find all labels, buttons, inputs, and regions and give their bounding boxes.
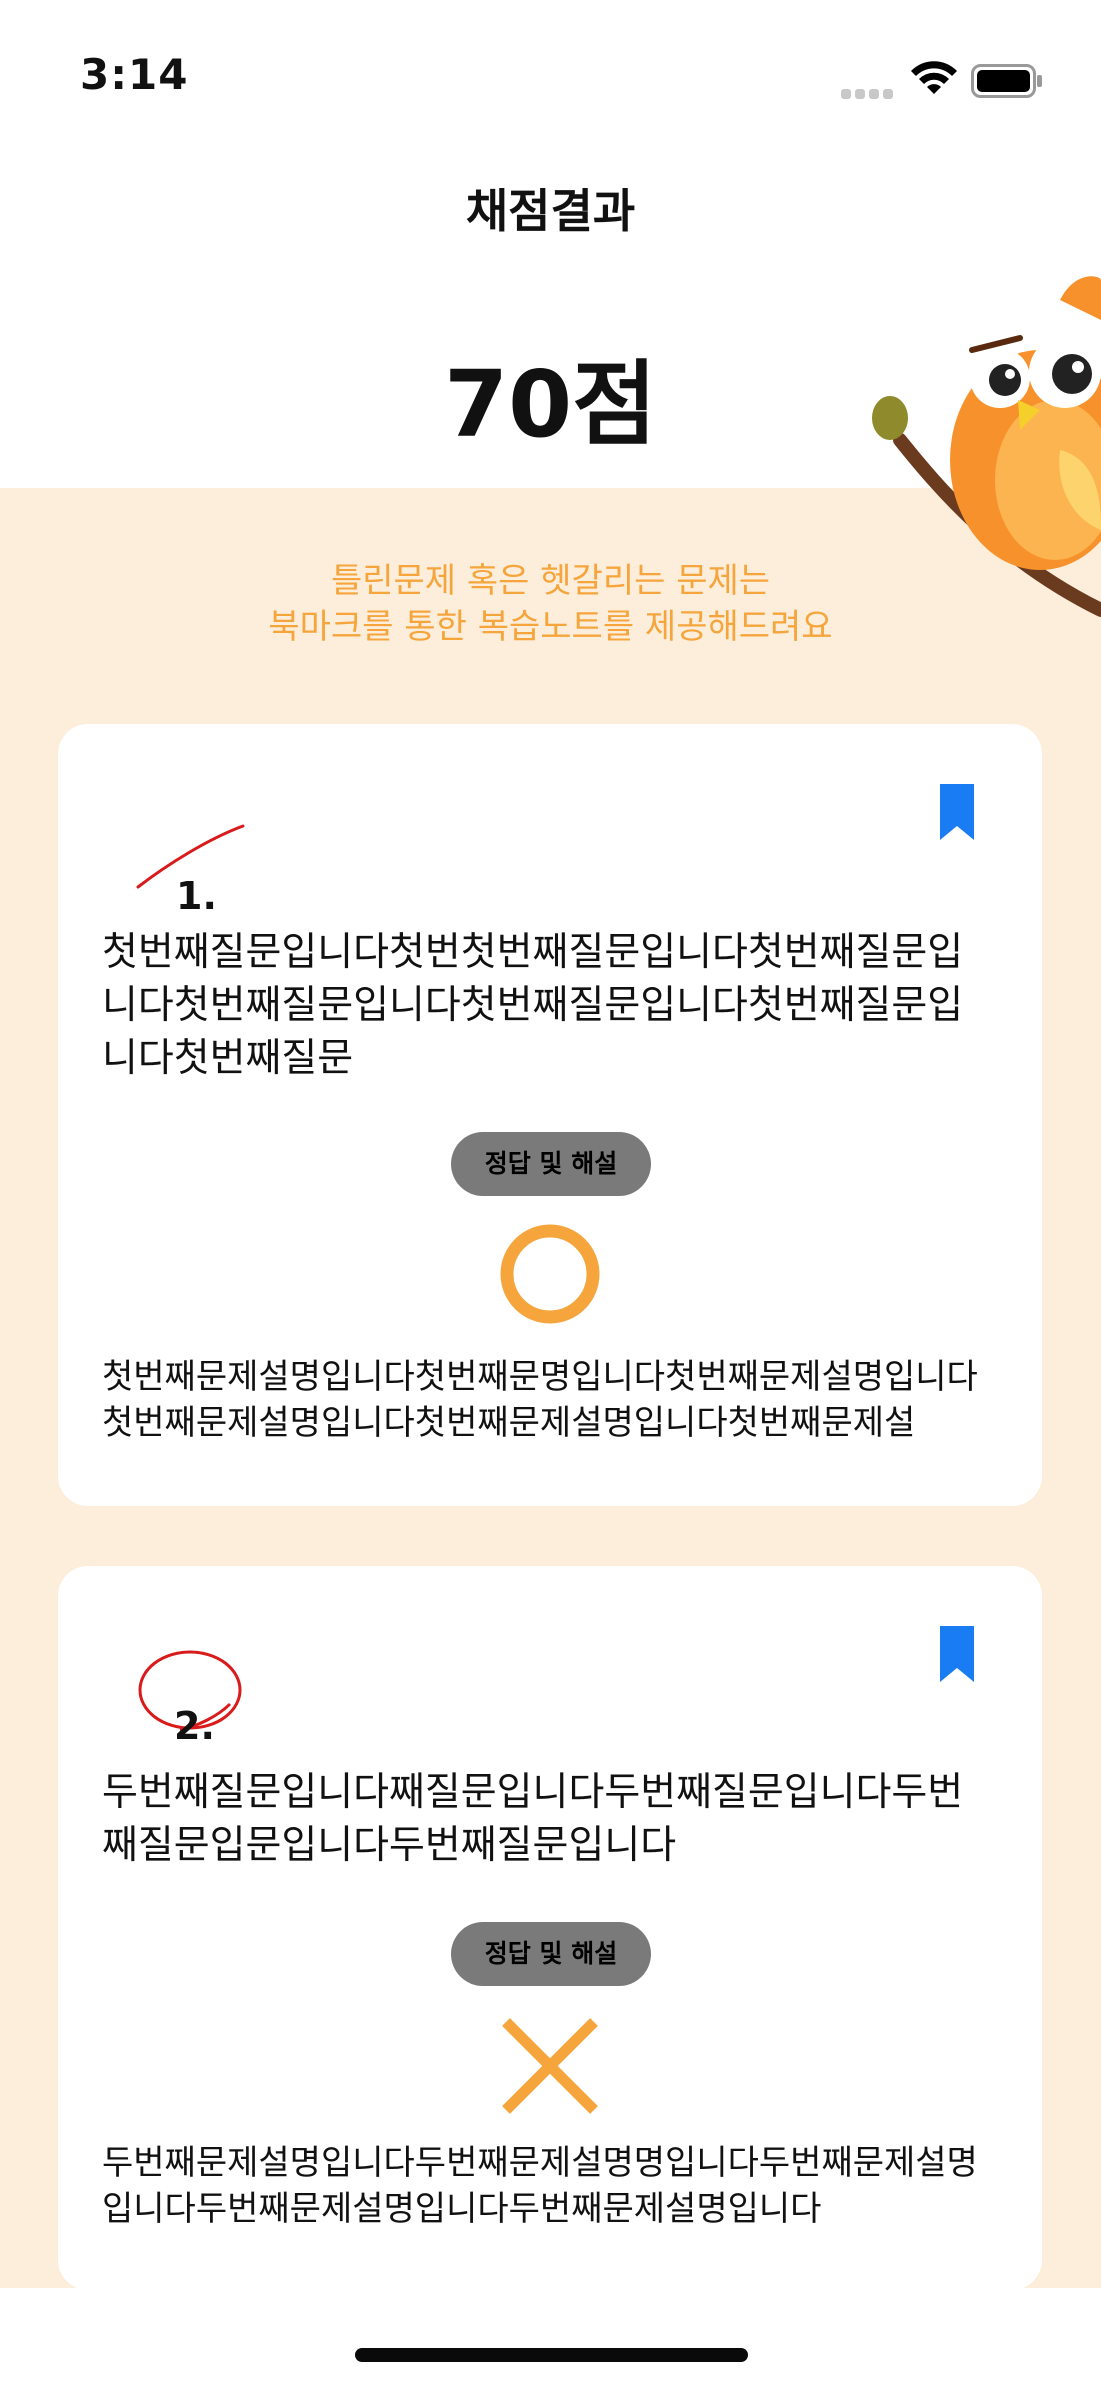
question-number: 1.	[118, 794, 248, 918]
question-card: 2. 두번째질문입니다째질문입니다두번째질문입니다두번째질문입문입니다두번째질문…	[58, 1566, 1042, 2290]
notice-line-2: 북마크를 통한 복습노트를 제공해드려요	[268, 607, 833, 647]
bookmark-icon[interactable]	[940, 784, 974, 840]
battery-icon	[971, 64, 1042, 98]
question-number-label: 2.	[174, 1704, 215, 1748]
bottom-bar	[0, 2288, 1101, 2388]
x-icon	[502, 2018, 598, 2114]
notice-line-1: 틀린문제 혹은 헷갈리는 문제는	[330, 561, 771, 601]
status-time: 3:14	[80, 50, 189, 99]
answer-explanation-button[interactable]: 정답 및 해설	[451, 1922, 651, 1986]
question-card: 1. 첫번째질문입니다첫번첫번째질문입니다첫번째질문입니다첫번째질문입니다첫번째…	[58, 724, 1042, 1506]
explanation-text: 첫번째문제설명입니다첫번째문명입니다첫번째문제설명입니다첫번째문제설명입니다첫번…	[102, 1357, 978, 1443]
question-number-label: 1.	[176, 874, 217, 918]
bookmark-icon[interactable]	[940, 1626, 974, 1682]
answer-explanation-button[interactable]: 정답 및 해설	[451, 1132, 651, 1196]
circle-icon	[500, 1224, 600, 1324]
home-indicator[interactable]	[355, 2348, 748, 2362]
explanation-text: 두번째문제설명입니다두번째문제설명명입니다두번째문제설명입니다두번째문제설명입니…	[102, 2143, 978, 2229]
page-title: 채점결과	[465, 184, 636, 238]
question-number: 2.	[118, 1636, 248, 1748]
bookmark-notice: 틀린문제 혹은 헷갈리는 문제는 북마크를 통한 복습노트를 제공해드려요	[0, 558, 1101, 650]
question-text: 두번째질문입니다째질문입니다두번째질문입니다두번째질문입문입니다두번째질문입니다	[102, 1770, 964, 1868]
question-text: 첫번째질문입니다첫번첫번째질문입니다첫번째질문입니다첫번째질문입니다첫번째질문입…	[102, 930, 964, 1081]
status-indicators	[841, 58, 1071, 99]
cellular-signal-icon	[841, 84, 897, 103]
wifi-icon	[911, 61, 957, 94]
